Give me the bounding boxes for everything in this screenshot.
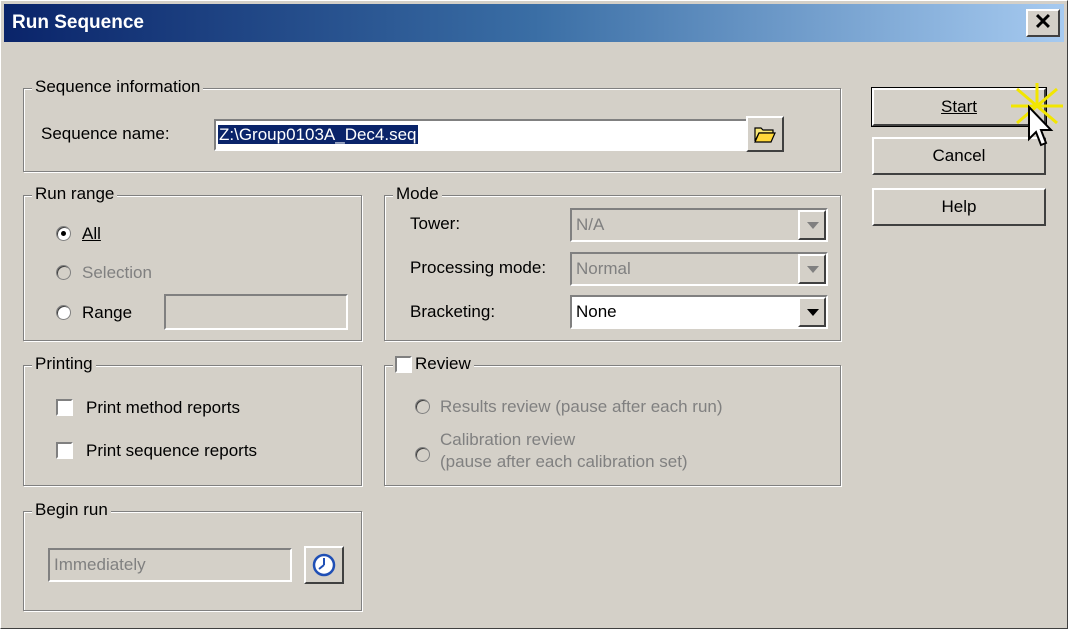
results-review-label: Results review (pause after each run) xyxy=(440,397,723,416)
printing-legend: Printing xyxy=(32,354,96,374)
run-range-selection-radio[interactable] xyxy=(56,265,71,280)
calibration-review-radio[interactable] xyxy=(415,447,430,462)
help-button[interactable]: Help xyxy=(872,188,1046,226)
review-checkbox[interactable] xyxy=(395,356,412,373)
run-range-legend: Run range xyxy=(32,184,118,204)
help-label: Help xyxy=(941,197,977,216)
run-range-all-radio[interactable] xyxy=(56,226,71,241)
schedule-button[interactable] xyxy=(304,546,344,584)
print-sequence-reports-checkbox[interactable] xyxy=(56,442,73,459)
start-label: Start xyxy=(941,97,977,116)
range-input[interactable] xyxy=(164,294,348,330)
run-sequence-dialog: Run Sequence ✕ Sequence information Sequ… xyxy=(0,0,1068,629)
bracketing-label: Bracketing: xyxy=(410,302,496,321)
run-range-group: Run range All Selection Range xyxy=(23,184,362,341)
folder-open-icon xyxy=(754,127,776,143)
processing-mode-dropdown[interactable]: Normal xyxy=(570,252,828,286)
processing-mode-label: Processing mode: xyxy=(410,258,547,277)
radio-selected-dot xyxy=(61,231,66,236)
sequence-information-group: Sequence information Sequence name: Z:\G… xyxy=(23,77,841,172)
mode-legend: Mode xyxy=(393,184,442,204)
close-button[interactable]: ✕ xyxy=(1026,9,1060,37)
begin-run-input[interactable]: Immediately xyxy=(48,548,292,582)
chevron-down-icon[interactable] xyxy=(798,254,826,284)
cancel-button[interactable]: Cancel xyxy=(872,137,1046,175)
review-group: Review Results review (pause after each … xyxy=(384,354,841,486)
sequence-name-label: Sequence name: xyxy=(41,124,170,143)
begin-run-group: Begin run Immediately xyxy=(23,500,362,611)
browse-button[interactable] xyxy=(746,116,784,152)
print-sequence-reports-label: Print sequence reports xyxy=(86,441,258,460)
print-method-reports-label: Print method reports xyxy=(86,398,241,417)
window-title: Run Sequence xyxy=(12,12,144,33)
bracketing-dropdown[interactable]: None xyxy=(570,295,828,329)
chevron-down-icon[interactable] xyxy=(798,297,826,327)
calibration-review-label-1: Calibration review xyxy=(440,430,576,449)
sequence-information-legend: Sequence information xyxy=(32,77,204,97)
all-text: All xyxy=(82,224,101,243)
run-range-all-label: All xyxy=(82,224,101,244)
run-range-range-label: Range xyxy=(82,303,133,322)
run-range-range-radio[interactable] xyxy=(56,305,71,320)
begin-run-legend: Begin run xyxy=(32,500,111,520)
start-text: Start xyxy=(941,97,977,116)
print-method-reports-checkbox[interactable] xyxy=(56,399,73,416)
cancel-label: Cancel xyxy=(932,146,986,165)
review-label: Review xyxy=(415,354,471,373)
review-legend: Review xyxy=(393,354,474,374)
clock-icon xyxy=(312,553,336,577)
tower-label: Tower: xyxy=(410,214,461,233)
sequence-name-input[interactable]: Z:\Group0103A_Dec4.seq xyxy=(214,119,754,151)
mouse-cursor-icon xyxy=(1028,105,1054,147)
sequence-name-value: Z:\Group0103A_Dec4.seq xyxy=(218,125,418,144)
begin-run-value: Immediately xyxy=(54,555,146,574)
chevron-down-icon[interactable] xyxy=(798,210,826,240)
mode-group: Mode Tower: N/A Processing mode: Normal … xyxy=(384,184,841,341)
tower-value: N/A xyxy=(576,215,605,234)
close-icon: ✕ xyxy=(1033,9,1053,34)
run-range-selection-label: Selection xyxy=(82,263,152,282)
tower-dropdown[interactable]: N/A xyxy=(570,208,828,242)
calibration-review-label-2: (pause after each calibration set) xyxy=(440,452,688,471)
processing-mode-value: Normal xyxy=(576,259,631,278)
printing-group: Printing Print method reports Print sequ… xyxy=(23,354,362,486)
bracketing-value: None xyxy=(576,302,617,321)
results-review-radio[interactable] xyxy=(415,399,430,414)
title-bar[interactable]: Run Sequence ✕ xyxy=(4,4,1064,42)
